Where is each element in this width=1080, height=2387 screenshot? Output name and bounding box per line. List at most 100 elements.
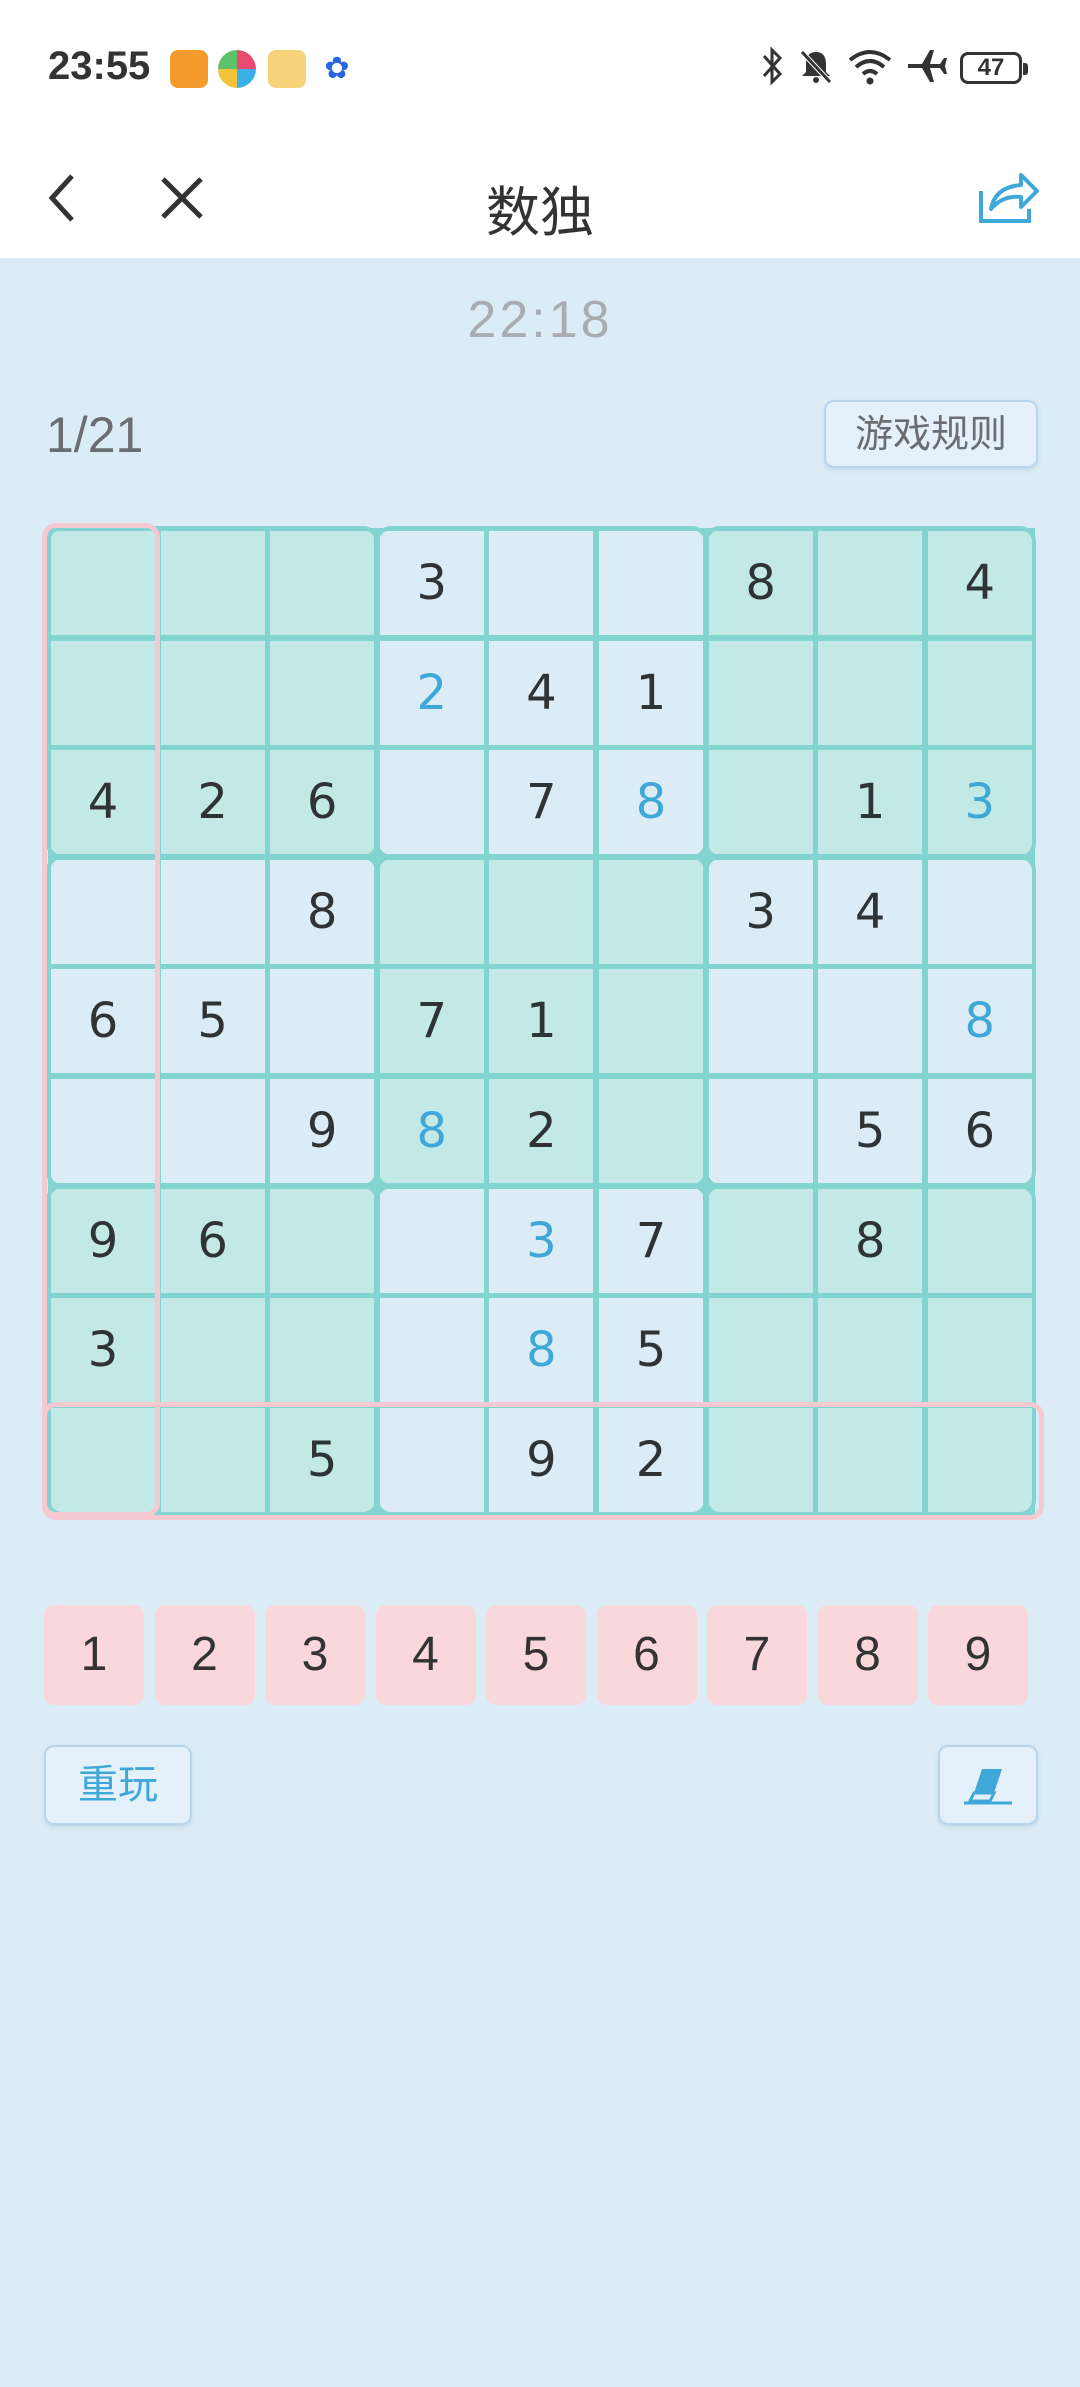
number-button-1[interactable]: 1: [44, 1605, 144, 1705]
sudoku-cell-r8c4[interactable]: [376, 1295, 487, 1406]
sudoku-cell-r4c6[interactable]: [596, 856, 706, 967]
sudoku-cell-r9c2[interactable]: [157, 1404, 268, 1515]
sudoku-cell-r8c6[interactable]: 5: [596, 1295, 706, 1406]
number-button-2[interactable]: 2: [154, 1605, 255, 1705]
sudoku-cell-r9c7[interactable]: [705, 1404, 816, 1515]
sudoku-cell-r3c6[interactable]: 8: [596, 747, 706, 858]
sudoku-cell-r3c4[interactable]: [376, 747, 487, 858]
sudoku-cell-r3c3[interactable]: 6: [267, 747, 378, 858]
sudoku-cell-r4c7[interactable]: 3: [705, 856, 816, 967]
sudoku-cell-r7c6[interactable]: 7: [596, 1185, 706, 1296]
sudoku-cell-r2c8[interactable]: [815, 637, 926, 748]
sudoku-cell-r2c4[interactable]: 2: [376, 637, 487, 748]
number-button-8[interactable]: 8: [817, 1605, 918, 1705]
sudoku-cell-r4c9[interactable]: [924, 856, 1035, 967]
sudoku-cell-r8c1[interactable]: 3: [48, 1295, 158, 1406]
number-button-7[interactable]: 7: [707, 1605, 807, 1705]
sudoku-cell-r3c1[interactable]: 4: [48, 747, 158, 858]
airplane-icon: [904, 46, 948, 95]
sudoku-cell-r9c5[interactable]: 9: [486, 1404, 597, 1515]
sudoku-cell-r7c2[interactable]: 6: [157, 1185, 268, 1296]
sudoku-cell-r2c3[interactable]: [267, 637, 378, 748]
share-button[interactable]: [968, 158, 1048, 238]
sudoku-cell-r3c7[interactable]: [705, 747, 816, 858]
sudoku-cell-r8c7[interactable]: [705, 1295, 816, 1406]
sudoku-cell-r7c1[interactable]: 9: [48, 1185, 158, 1296]
sudoku-cell-r6c2[interactable]: [157, 1076, 268, 1186]
sudoku-cell-r3c2[interactable]: 2: [157, 747, 268, 858]
sudoku-cell-r6c9[interactable]: 6: [924, 1076, 1035, 1186]
erase-button[interactable]: [938, 1745, 1038, 1825]
game-timer: 22:18: [467, 291, 613, 349]
sudoku-cell-r6c1[interactable]: [48, 1076, 158, 1186]
sudoku-cell-r6c3[interactable]: 9: [267, 1076, 378, 1186]
sudoku-cell-r3c5[interactable]: 7: [486, 747, 597, 858]
sudoku-cell-r1c1[interactable]: [48, 528, 158, 638]
sudoku-cell-r1c7[interactable]: 8: [705, 528, 816, 638]
sudoku-cell-r5c1[interactable]: 6: [48, 966, 158, 1077]
sudoku-cell-r4c3[interactable]: 8: [267, 856, 378, 967]
sudoku-cell-r4c8[interactable]: 4: [815, 856, 926, 967]
sudoku-cell-r3c8[interactable]: 1: [815, 747, 926, 858]
sudoku-cell-r5c6[interactable]: [596, 966, 706, 1077]
sudoku-cell-r5c7[interactable]: [705, 966, 816, 1077]
sudoku-cell-r6c7[interactable]: [705, 1076, 816, 1186]
app-notification-icon: [170, 50, 208, 88]
sudoku-cell-r1c8[interactable]: [815, 528, 926, 638]
rules-button[interactable]: 游戏规则: [824, 400, 1038, 468]
number-button-5[interactable]: 5: [486, 1605, 586, 1705]
baidu-icon: ✿: [324, 51, 350, 86]
sudoku-cell-r1c5[interactable]: [486, 528, 597, 638]
sudoku-cell-r7c9[interactable]: [924, 1185, 1035, 1296]
number-button-9[interactable]: 9: [928, 1605, 1028, 1705]
sudoku-cell-r2c7[interactable]: [705, 637, 816, 748]
sudoku-cell-r9c3[interactable]: 5: [267, 1404, 378, 1515]
sudoku-cell-r9c1[interactable]: [48, 1404, 158, 1515]
sudoku-cell-r3c9[interactable]: 3: [924, 747, 1035, 858]
sudoku-cell-r8c3[interactable]: [267, 1295, 378, 1406]
sudoku-cell-r2c1[interactable]: [48, 637, 158, 748]
sudoku-cell-r6c6[interactable]: [596, 1076, 706, 1186]
sudoku-cell-r6c4[interactable]: 8: [376, 1076, 487, 1186]
sudoku-cell-r5c9[interactable]: 8: [924, 966, 1035, 1077]
sudoku-cell-r2c9[interactable]: [924, 637, 1035, 748]
sudoku-cell-r1c9[interactable]: 4: [924, 528, 1035, 638]
sudoku-cell-r6c8[interactable]: 5: [815, 1076, 926, 1186]
sudoku-cell-r9c4[interactable]: [376, 1404, 487, 1515]
sudoku-cell-r4c5[interactable]: [486, 856, 597, 967]
title-bar: 数独: [0, 138, 1080, 258]
number-button-4[interactable]: 4: [375, 1605, 476, 1705]
sudoku-cell-r9c8[interactable]: [815, 1404, 926, 1515]
sudoku-cell-r6c5[interactable]: 2: [486, 1076, 597, 1186]
sudoku-cell-r5c3[interactable]: [267, 966, 378, 1077]
sudoku-cell-r4c2[interactable]: [157, 856, 268, 967]
sudoku-cell-r1c4[interactable]: 3: [376, 528, 487, 638]
sudoku-cell-r2c2[interactable]: [157, 637, 268, 748]
replay-button[interactable]: 重玩: [44, 1745, 192, 1825]
sudoku-cell-r9c9[interactable]: [924, 1404, 1035, 1515]
sudoku-cell-r7c4[interactable]: [376, 1185, 487, 1296]
sudoku-cell-r5c4[interactable]: 7: [376, 966, 487, 1077]
sudoku-cell-r9c6[interactable]: 2: [596, 1404, 706, 1515]
sudoku-cell-r8c2[interactable]: [157, 1295, 268, 1406]
sudoku-cell-r8c5[interactable]: 8: [486, 1295, 597, 1406]
sudoku-cell-r5c5[interactable]: 1: [486, 966, 597, 1077]
sudoku-cell-r1c3[interactable]: [267, 528, 378, 638]
sudoku-cell-r8c8[interactable]: [815, 1295, 926, 1406]
sudoku-cell-r7c3[interactable]: [267, 1185, 378, 1296]
number-button-6[interactable]: 6: [596, 1605, 697, 1705]
bluetooth-icon: [758, 46, 788, 95]
sudoku-cell-r1c6[interactable]: [596, 528, 706, 638]
sudoku-cell-r1c2[interactable]: [157, 528, 268, 638]
sudoku-cell-r5c2[interactable]: 5: [157, 966, 268, 1077]
sudoku-cell-r7c5[interactable]: 3: [486, 1185, 597, 1296]
sudoku-cell-r4c4[interactable]: [376, 856, 487, 967]
sudoku-cell-r7c7[interactable]: [705, 1185, 816, 1296]
sudoku-cell-r2c5[interactable]: 4: [486, 637, 597, 748]
sudoku-cell-r8c9[interactable]: [924, 1295, 1035, 1406]
sudoku-cell-r4c1[interactable]: [48, 856, 158, 967]
sudoku-cell-r5c8[interactable]: [815, 966, 926, 1077]
sudoku-cell-r2c6[interactable]: 1: [596, 637, 706, 748]
number-button-3[interactable]: 3: [265, 1605, 365, 1705]
sudoku-cell-r7c8[interactable]: 8: [815, 1185, 926, 1296]
